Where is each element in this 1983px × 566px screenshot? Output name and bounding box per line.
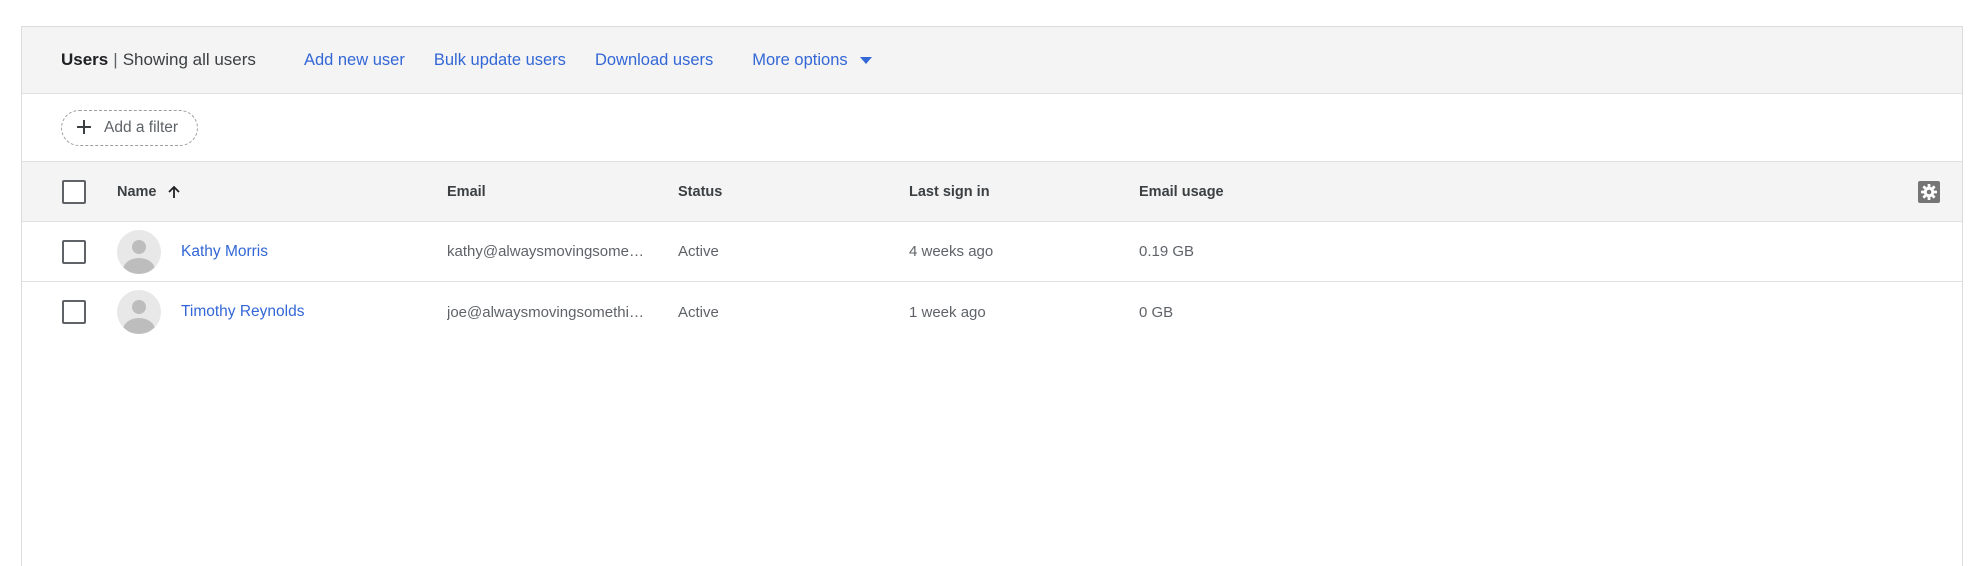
download-users-link[interactable]: Download users — [595, 51, 713, 70]
user-email-cell: kathy@alwaysmovingsome… — [447, 222, 652, 281]
table-row[interactable]: Timothy Reynolds joe@alwaysmovingsomethi… — [22, 282, 1962, 342]
user-last-sign-in: 1 week ago — [909, 303, 986, 321]
arrow-up-icon — [167, 185, 181, 199]
column-header-name[interactable]: Name — [117, 162, 181, 221]
caret-down-icon — [859, 56, 872, 64]
table-header: Name Email Status Last sign in Email usa… — [22, 162, 1962, 222]
user-email: kathy@alwaysmovingsome… — [447, 243, 644, 260]
column-header-name-label: Name — [117, 183, 157, 200]
user-name-link[interactable]: Timothy Reynolds — [181, 282, 304, 342]
table-row[interactable]: Kathy Morris kathy@alwaysmovingsome… Act… — [22, 222, 1962, 282]
user-email: joe@alwaysmovingsomethi… — [447, 303, 644, 321]
add-new-user-link[interactable]: Add new user — [304, 51, 405, 70]
column-header-status[interactable]: Status — [678, 162, 722, 221]
column-header-email[interactable]: Email — [447, 162, 652, 221]
default-avatar-icon — [117, 290, 161, 334]
user-status: Active — [678, 303, 719, 321]
column-header-email-usage[interactable]: Email usage — [1139, 162, 1224, 221]
filter-bar: Add a filter — [22, 94, 1962, 162]
user-status: Active — [678, 243, 719, 260]
row-checkbox[interactable] — [62, 300, 86, 324]
title-separator: | — [113, 50, 118, 69]
page-subtitle: Showing all users — [122, 50, 256, 69]
default-avatar-icon — [117, 229, 161, 274]
toolbar: Users | Showing all users Add new user B… — [22, 27, 1962, 94]
more-options-button[interactable]: More options — [752, 50, 872, 70]
page-title: Users — [61, 50, 109, 69]
user-email-cell: joe@alwaysmovingsomethi… — [447, 282, 652, 342]
select-all-checkbox[interactable] — [62, 179, 86, 204]
gear-icon[interactable] — [1917, 180, 1941, 204]
column-header-last-sign-in[interactable]: Last sign in — [909, 162, 990, 221]
row-checkbox[interactable] — [62, 239, 86, 264]
add-filter-button[interactable]: Add a filter — [61, 109, 199, 146]
users-panel: Users | Showing all users Add new user B… — [21, 26, 1963, 566]
plus-icon — [76, 118, 92, 138]
bulk-update-users-link[interactable]: Bulk update users — [434, 51, 566, 70]
more-options-label: More options — [752, 50, 848, 69]
user-last-sign-in: 4 weeks ago — [909, 243, 994, 260]
user-name-link[interactable]: Kathy Morris — [181, 222, 268, 281]
user-email-usage: 0 GB — [1139, 303, 1174, 321]
user-email-usage: 0.19 GB — [1139, 243, 1195, 260]
add-filter-label: Add a filter — [104, 118, 179, 136]
